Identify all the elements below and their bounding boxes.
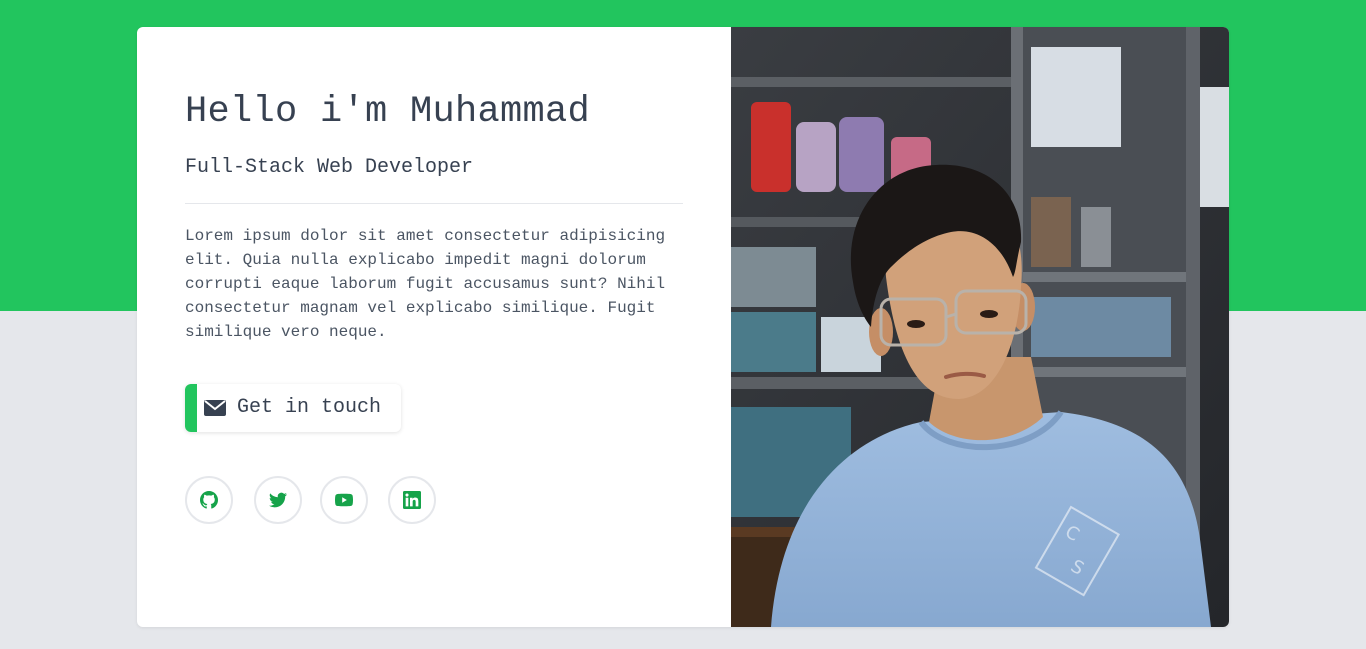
envelope-icon	[204, 398, 226, 418]
youtube-icon	[335, 493, 353, 507]
github-icon	[200, 491, 218, 509]
github-link[interactable]	[185, 476, 233, 524]
hero-bio: Lorem ipsum dolor sit amet consectetur a…	[185, 227, 666, 341]
twitter-link[interactable]	[254, 476, 302, 524]
twitter-icon	[269, 492, 287, 508]
hero-card: Hello i'm Muhammad Full-Stack Web Develo…	[137, 27, 1229, 627]
linkedin-link[interactable]	[388, 476, 436, 524]
linkedin-icon	[403, 491, 421, 509]
youtube-link[interactable]	[320, 476, 368, 524]
portrait-illustration: C S	[731, 27, 1229, 627]
hero-title: Hello i'm Muhammad	[185, 91, 591, 133]
profile-photo: C S	[731, 27, 1229, 627]
divider	[185, 203, 683, 204]
hero-text-panel: Hello i'm Muhammad Full-Stack Web Develo…	[137, 27, 731, 627]
hero-subtitle: Full-Stack Web Developer	[185, 156, 474, 179]
get-in-touch-label: Get in touch	[237, 396, 382, 419]
get-in-touch-button[interactable]: Get in touch	[185, 384, 401, 432]
button-accent-bar	[185, 384, 197, 432]
